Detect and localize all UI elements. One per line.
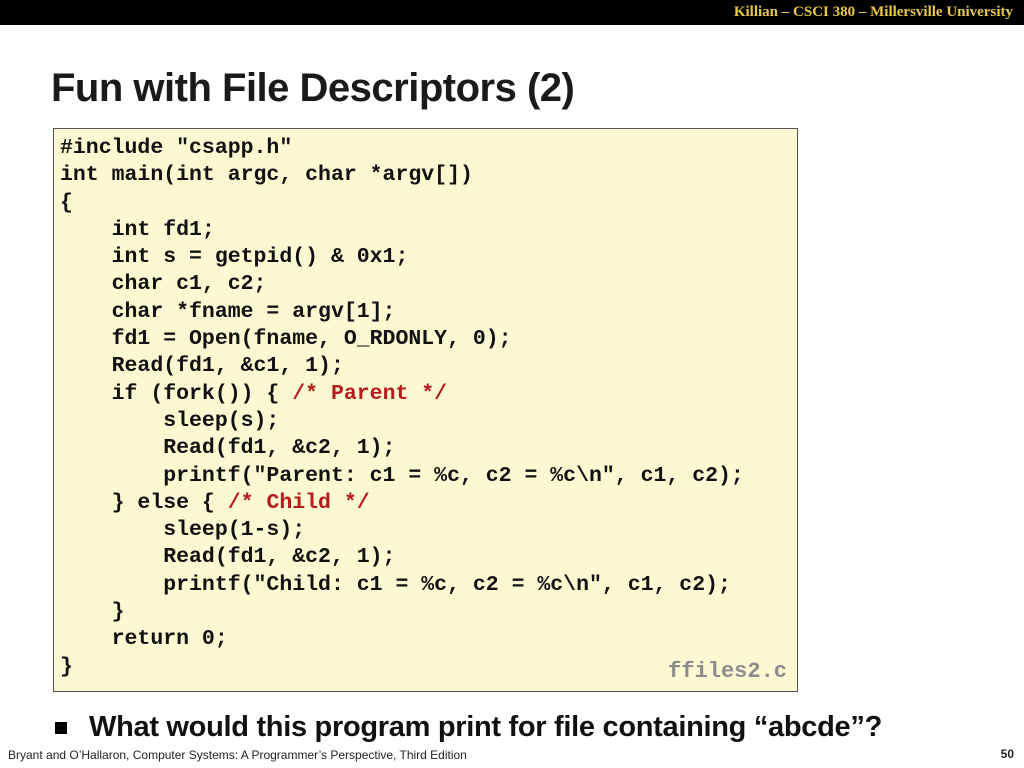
code-line: if (fork()) { [60,381,293,406]
code-line: char c1, c2; [60,272,267,297]
code-line: int main(int argc, char *argv[]) [60,163,473,188]
code-line: } [60,600,125,625]
code-line: sleep(s); [60,408,280,433]
parent-comment: /* Parent */ [292,381,448,406]
code-line: return 0; [60,627,228,652]
slide-title: Fun with File Descriptors (2) [51,66,575,110]
code-line: #include "csapp.h" [60,136,293,160]
footer-citation: Bryant and O’Hallaron, Computer Systems:… [8,748,467,762]
code-line: Read(fd1, &c2, 1); [60,545,396,570]
child-comment: /* Child */ [227,490,370,515]
code-line: printf("Parent: c1 = %c, c2 = %c\n", c1,… [60,463,744,488]
course-banner: Killian – CSCI 380 – Millersville Univer… [0,0,1024,25]
code-line: Read(fd1, &c2, 1); [60,436,396,461]
code-line: char *fname = argv[1]; [60,299,396,324]
code-listing: #include "csapp.h" int main(int argc, ch… [53,128,798,692]
code-line: { [60,190,73,215]
code-line: int fd1; [60,217,215,242]
code-line: } [60,654,73,679]
question-text: What would this program print for file c… [89,710,882,743]
source-filename: ffiles2.c [668,659,787,684]
code-line: sleep(1-s); [60,518,306,543]
page-number: 50 [1000,747,1014,761]
question-bullet: What would this program print for file c… [55,705,882,749]
code-line: Read(fd1, &c1, 1); [60,354,344,379]
code-block: #include "csapp.h" int main(int argc, ch… [60,135,744,681]
code-line: int s = getpid() & 0x1; [60,245,409,270]
code-line: printf("Child: c1 = %c, c2 = %c\n", c1, … [60,572,731,597]
square-bullet-icon [55,722,67,734]
code-line: fd1 = Open(fname, O_RDONLY, 0); [60,327,512,352]
code-line: } else { [60,490,228,515]
